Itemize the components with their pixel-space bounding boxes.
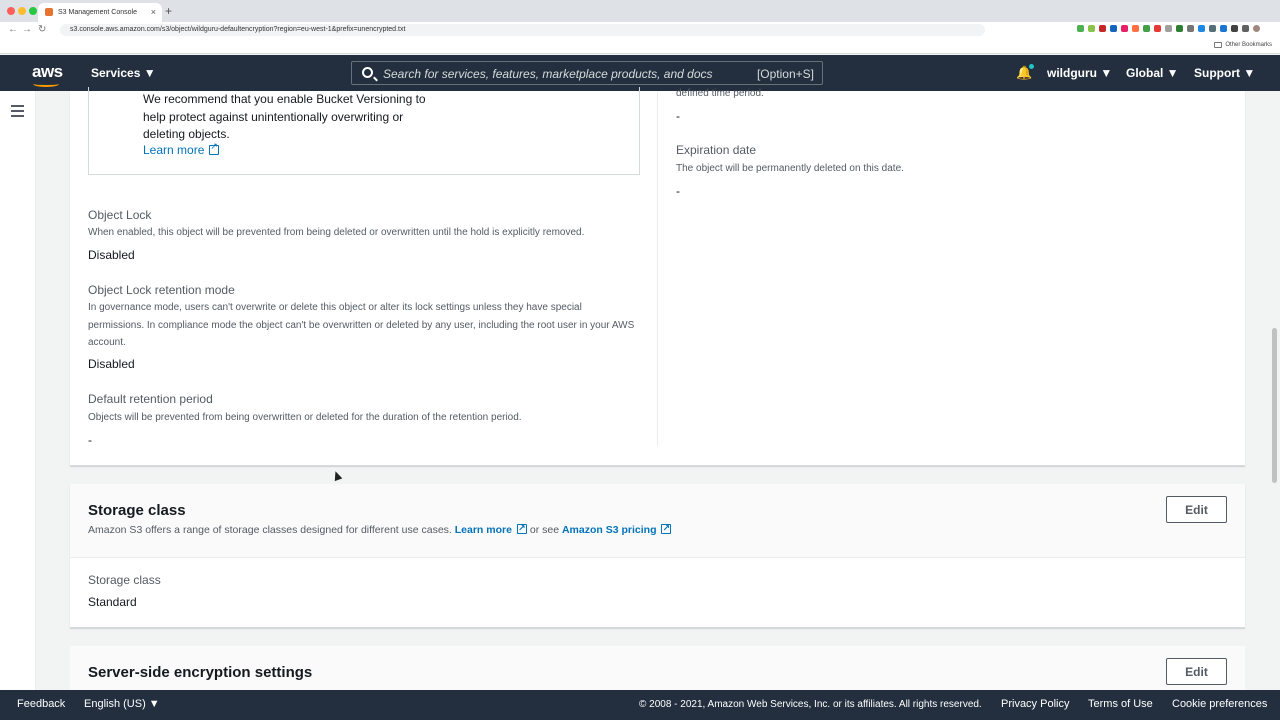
object-lock-label: Object Lock <box>88 208 152 222</box>
maximize-window-icon[interactable] <box>29 7 37 15</box>
forward-icon[interactable]: → <box>22 24 32 35</box>
external-link-icon <box>661 520 672 538</box>
copyright-text: © 2008 - 2021, Amazon Web Services, Inc.… <box>639 699 982 710</box>
profile-avatar[interactable] <box>1253 25 1260 32</box>
column-divider <box>657 91 658 446</box>
extension-icons <box>1077 25 1260 32</box>
privacy-policy-link[interactable]: Privacy Policy <box>1001 698 1069 710</box>
object-lock-value: Disabled <box>88 248 135 262</box>
storage-class-edit-button[interactable]: Edit <box>1166 496 1227 523</box>
or-see-text: or see <box>529 524 560 536</box>
retention-period-description: Objects will be prevented from being ove… <box>88 412 522 423</box>
folder-icon <box>1214 42 1223 48</box>
notification-dot <box>1029 64 1034 69</box>
bookmarks-bar: Other Bookmarks <box>0 38 1280 54</box>
extension-icon[interactable] <box>1242 25 1249 32</box>
url-bar[interactable]: s3.console.aws.amazon.com/s3/object/wild… <box>60 24 985 36</box>
versioning-learn-more-link[interactable]: Learn more <box>143 141 220 157</box>
external-link-icon <box>516 520 527 538</box>
browser-tab-bar: S3 Management Console × + <box>0 0 1280 22</box>
storage-class-header: Storage class Amazon S3 offers a range o… <box>70 484 1245 558</box>
learn-more-label: Learn more <box>143 143 205 157</box>
other-bookmarks[interactable]: Other Bookmarks <box>1214 42 1272 48</box>
extension-icon[interactable] <box>1143 25 1150 32</box>
encryption-header: Server-side encryption settings Edit <box>70 646 1245 690</box>
aws-logo[interactable]: aws <box>32 62 63 82</box>
s3-pricing-link[interactable]: Amazon S3 pricing <box>561 520 672 538</box>
close-tab-icon[interactable]: × <box>151 7 156 17</box>
side-navigation-rail <box>0 91 36 690</box>
right-column-cut-text: defined time period. <box>676 88 764 99</box>
object-management-panel: We recommend that you enable Bucket Vers… <box>70 87 1245 466</box>
extension-icon[interactable] <box>1154 25 1161 32</box>
extension-icon[interactable] <box>1132 25 1139 32</box>
feedback-link[interactable]: Feedback <box>17 698 65 710</box>
aws-footer: Feedback English (US) ▼ © 2008 - 2021, A… <box>0 690 1280 720</box>
search-shortcut: [Option+S] <box>756 67 814 81</box>
extension-icon[interactable] <box>1088 25 1095 32</box>
reload-icon[interactable]: ↻ <box>38 24 46 35</box>
retention-period-label: Default retention period <box>88 392 213 406</box>
support-menu[interactable]: Support ▼ <box>1194 66 1255 80</box>
storage-class-field-value: Standard <box>88 595 137 609</box>
external-link-icon <box>209 141 220 155</box>
encryption-title: Server-side encryption settings <box>88 664 313 681</box>
retention-period-value: - <box>88 433 92 447</box>
search-input[interactable]: Search for services, features, marketpla… <box>351 61 823 85</box>
storage-class-field-label: Storage class <box>88 573 161 587</box>
storage-class-panel: Storage class Amazon S3 offers a range o… <box>70 484 1245 628</box>
extension-icon[interactable] <box>1121 25 1128 32</box>
extension-icon[interactable] <box>1077 25 1084 32</box>
extension-icon[interactable] <box>1209 25 1216 32</box>
extension-icon[interactable] <box>1176 25 1183 32</box>
extension-icon[interactable] <box>1231 25 1238 32</box>
extension-icon[interactable] <box>1220 25 1227 32</box>
storage-class-title: Storage class <box>88 502 186 519</box>
new-tab-icon[interactable]: + <box>165 4 172 18</box>
address-bar-row: ← → ↻ s3.console.aws.amazon.com/s3/objec… <box>0 22 1280 38</box>
encryption-edit-button[interactable]: Edit <box>1166 658 1227 685</box>
browser-tab[interactable]: S3 Management Console × <box>38 3 162 22</box>
retention-mode-label: Object Lock retention mode <box>88 283 235 297</box>
versioning-recommendation-box: We recommend that you enable Bucket Vers… <box>88 87 640 175</box>
region-menu[interactable]: Global ▼ <box>1126 66 1179 80</box>
search-icon <box>362 67 373 78</box>
versioning-recommendation-text: We recommend that you enable Bucket Vers… <box>143 92 426 141</box>
extension-icon[interactable] <box>1165 25 1172 32</box>
storage-class-desc-text: Amazon S3 offers a range of storage clas… <box>88 524 452 536</box>
page-scrollbar[interactable] <box>1272 328 1277 483</box>
extension-icon[interactable] <box>1110 25 1117 32</box>
retention-mode-value: Disabled <box>88 357 135 371</box>
mouse-cursor-icon <box>331 469 343 482</box>
expiration-date-value: - <box>676 184 680 198</box>
hamburger-menu-icon[interactable] <box>11 105 24 120</box>
extension-icon[interactable] <box>1187 25 1194 32</box>
retention-mode-description: In governance mode, users can't overwrit… <box>88 302 635 348</box>
other-bookmarks-label: Other Bookmarks <box>1225 42 1272 48</box>
expiration-date-description: The object will be permanently deleted o… <box>676 163 904 174</box>
storage-class-description: Amazon S3 offers a range of storage clas… <box>88 520 672 540</box>
pricing-label: Amazon S3 pricing <box>561 524 657 536</box>
tab-title: S3 Management Console <box>58 9 137 16</box>
expiration-date-label: Expiration date <box>676 143 757 157</box>
extension-icon[interactable] <box>1198 25 1205 32</box>
aws-header: aws Services ▼ Search for services, feat… <box>0 55 1280 91</box>
back-icon[interactable]: ← <box>8 24 18 35</box>
aws-smile-icon <box>33 81 59 87</box>
right-column-value: - <box>676 109 680 123</box>
terms-of-use-link[interactable]: Terms of Use <box>1088 698 1153 710</box>
account-menu[interactable]: wildguru ▼ <box>1047 66 1112 80</box>
extension-icon[interactable] <box>1099 25 1106 32</box>
cookie-preferences-link[interactable]: Cookie preferences <box>1172 698 1267 710</box>
services-menu[interactable]: Services ▼ <box>91 66 156 80</box>
search-placeholder: Search for services, features, marketpla… <box>383 67 713 81</box>
favicon-icon <box>45 8 53 16</box>
learn-more-label: Learn more <box>454 524 512 536</box>
minimize-window-icon[interactable] <box>18 7 26 15</box>
encryption-panel: Server-side encryption settings Edit <box>70 646 1245 690</box>
object-lock-description: When enabled, this object will be preven… <box>88 227 585 238</box>
close-window-icon[interactable] <box>7 7 15 15</box>
language-selector[interactable]: English (US) ▼ <box>84 698 160 710</box>
storage-class-learn-more-link[interactable]: Learn more <box>454 520 527 538</box>
